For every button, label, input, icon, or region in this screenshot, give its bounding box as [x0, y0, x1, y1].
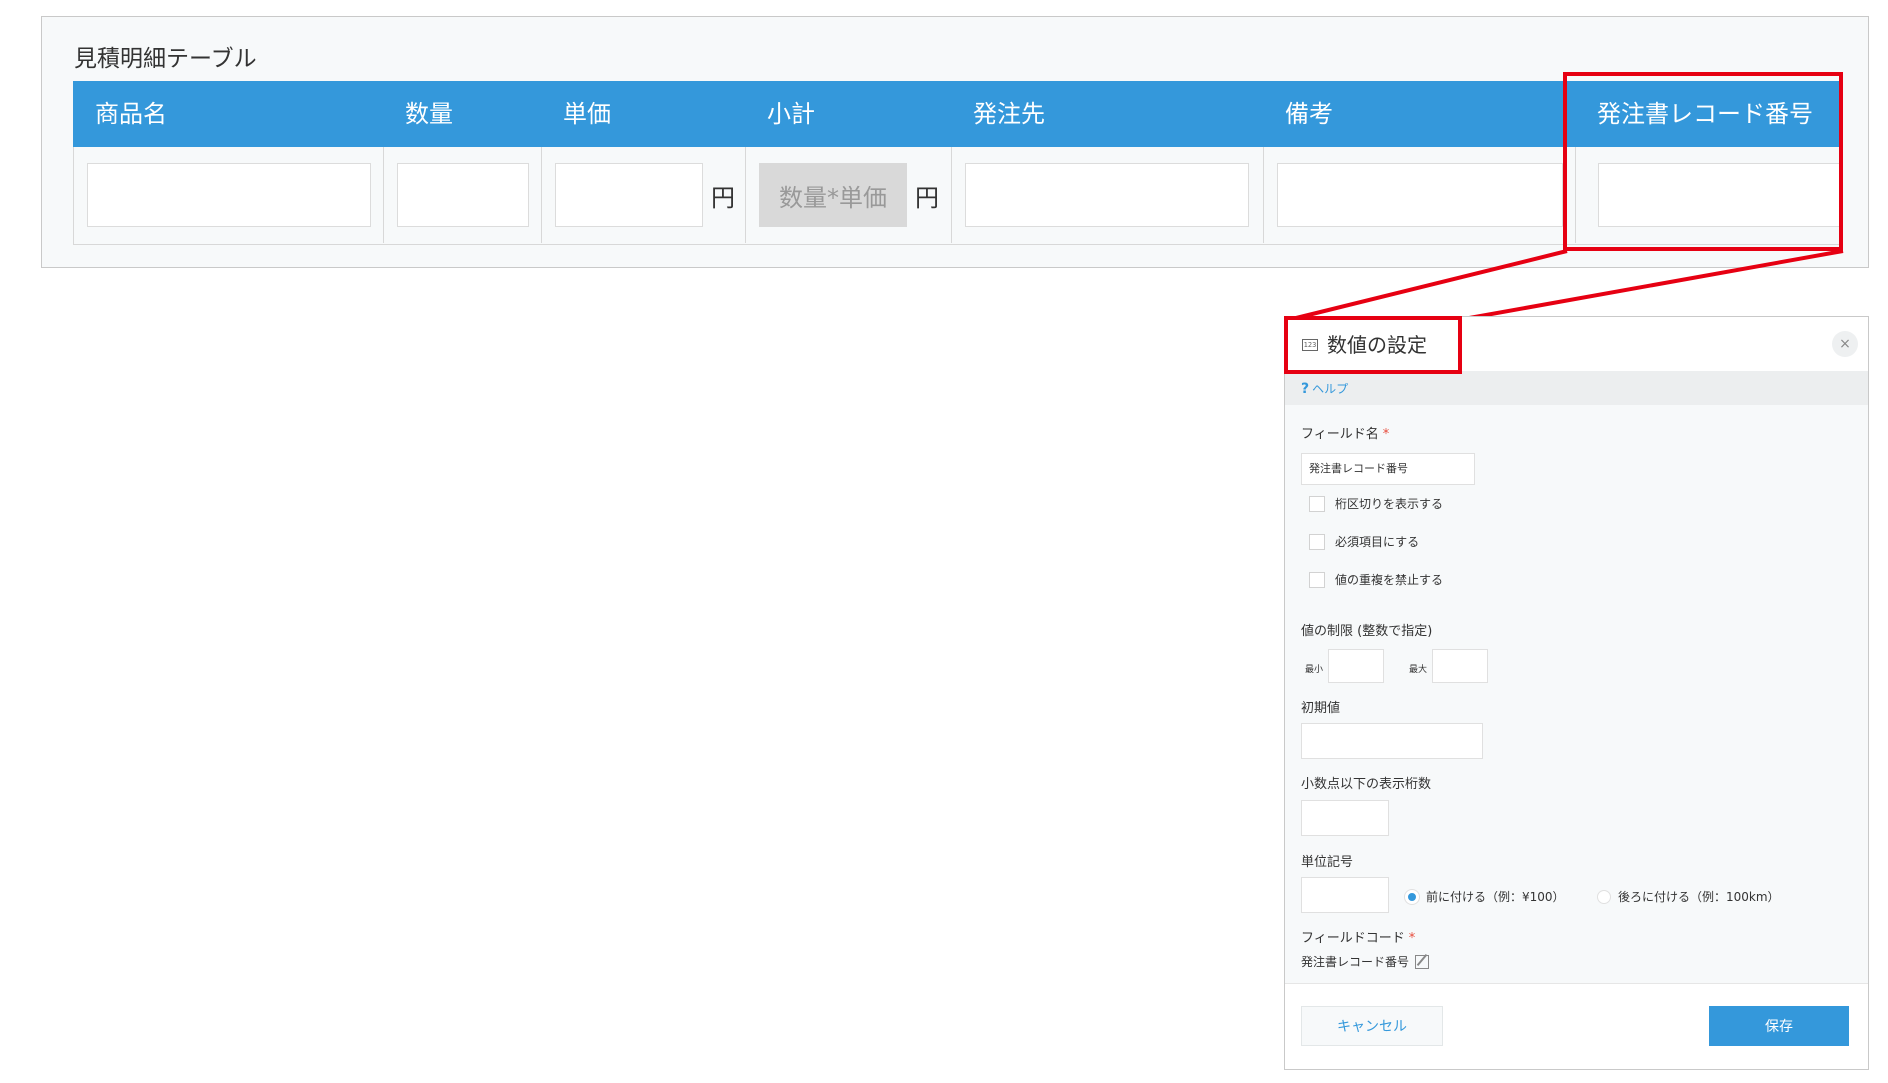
field-code-label: フィールドコード * [1301, 931, 1416, 946]
prefix-label: 前に付ける（例：¥100） [1426, 890, 1565, 904]
prefix-radio[interactable] [1405, 889, 1419, 904]
field-name-label: フィールド名 * [1301, 427, 1390, 442]
save-button[interactable]: 保存 [1709, 1006, 1849, 1046]
unique-checkbox[interactable] [1309, 571, 1325, 588]
number-settings-dialog: 123 数値の設定 × ? ヘルプ フィールド名 * 発注書レコード番号 桁区切りを… [1284, 316, 1869, 1070]
subtotal-currency: 円 [915, 183, 939, 212]
dialog-footer: キャンセル 保存 [1285, 983, 1868, 1069]
required-checkbox[interactable] [1309, 533, 1325, 550]
column-header-quantity[interactable]: 数量 [383, 81, 541, 147]
unit-position-suffix[interactable]: 後ろに付ける（例：100km） [1597, 888, 1780, 905]
unit-symbol-label: 単位記号 [1301, 855, 1354, 870]
digit-separator-label: 桁区切りを表示する [1335, 497, 1444, 511]
option-unique[interactable]: 値の重複を禁止する [1309, 571, 1443, 588]
cancel-button[interactable]: キャンセル [1301, 1006, 1443, 1046]
unit-position-prefix[interactable]: 前に付ける（例：¥100） [1405, 888, 1565, 905]
unit-price-input[interactable] [555, 163, 703, 227]
value-limit-label: 値の制限 (整数で指定) [1301, 624, 1433, 639]
column-header-supplier[interactable]: 発注先 [951, 81, 1263, 147]
product-name-input[interactable] [87, 163, 371, 227]
help-bar: ? ヘルプ [1285, 371, 1868, 405]
subtotal-calculated: 数量*単価 [759, 163, 907, 227]
field-code-value: 発注書レコード番号 [1301, 953, 1430, 970]
cell-quantity [384, 147, 542, 243]
unit-symbol-input[interactable] [1301, 877, 1389, 913]
unique-label: 値の重複を禁止する [1335, 573, 1444, 587]
required-mark: * [1382, 427, 1390, 442]
notes-input[interactable] [1277, 163, 1563, 227]
cell-subtotal: 数量*単価 円 [746, 147, 952, 243]
help-link[interactable]: ? ヘルプ [1301, 380, 1348, 397]
cell-supplier [952, 147, 1264, 243]
min-label: 最小 [1305, 665, 1324, 675]
edit-icon[interactable] [1415, 954, 1430, 969]
highlight-box-column [1563, 72, 1843, 251]
table-title: 見積明細テーブル [74, 46, 257, 72]
initial-value-input[interactable] [1301, 723, 1483, 759]
decimal-digits-label: 小数点以下の表示桁数 [1301, 777, 1432, 792]
option-required[interactable]: 必須項目にする [1309, 533, 1419, 550]
supplier-input[interactable] [965, 163, 1249, 227]
required-label: 必須項目にする [1335, 535, 1420, 549]
option-digit-separator[interactable]: 桁区切りを表示する [1309, 495, 1443, 512]
cell-unit-price: 円 [542, 147, 746, 243]
highlight-box-title [1284, 316, 1462, 374]
field-code-text: 発注書レコード番号 [1301, 955, 1410, 969]
quantity-input[interactable] [397, 163, 529, 227]
cell-product-name [74, 147, 384, 243]
decimal-digits-input[interactable] [1301, 800, 1389, 836]
help-icon: ? [1301, 381, 1310, 397]
help-label: ヘルプ [1312, 382, 1349, 396]
max-value-input[interactable] [1432, 649, 1488, 683]
min-value-input[interactable] [1328, 649, 1384, 683]
unit-price-currency: 円 [711, 183, 735, 212]
column-header-product-name[interactable]: 商品名 [73, 81, 383, 147]
close-icon[interactable]: × [1832, 331, 1858, 357]
suffix-label: 後ろに付ける（例：100km） [1618, 890, 1780, 904]
suffix-radio[interactable] [1597, 889, 1611, 904]
digit-separator-checkbox[interactable] [1309, 495, 1325, 512]
initial-value-label: 初期値 [1301, 701, 1341, 716]
column-header-unit-price[interactable]: 単価 [541, 81, 745, 147]
column-header-notes[interactable]: 備考 [1263, 81, 1575, 147]
column-header-subtotal[interactable]: 小計 [745, 81, 951, 147]
cell-notes [1264, 147, 1576, 243]
required-mark: * [1408, 931, 1416, 946]
max-label: 最大 [1409, 665, 1428, 675]
field-name-input[interactable]: 発注書レコード番号 [1301, 453, 1475, 485]
